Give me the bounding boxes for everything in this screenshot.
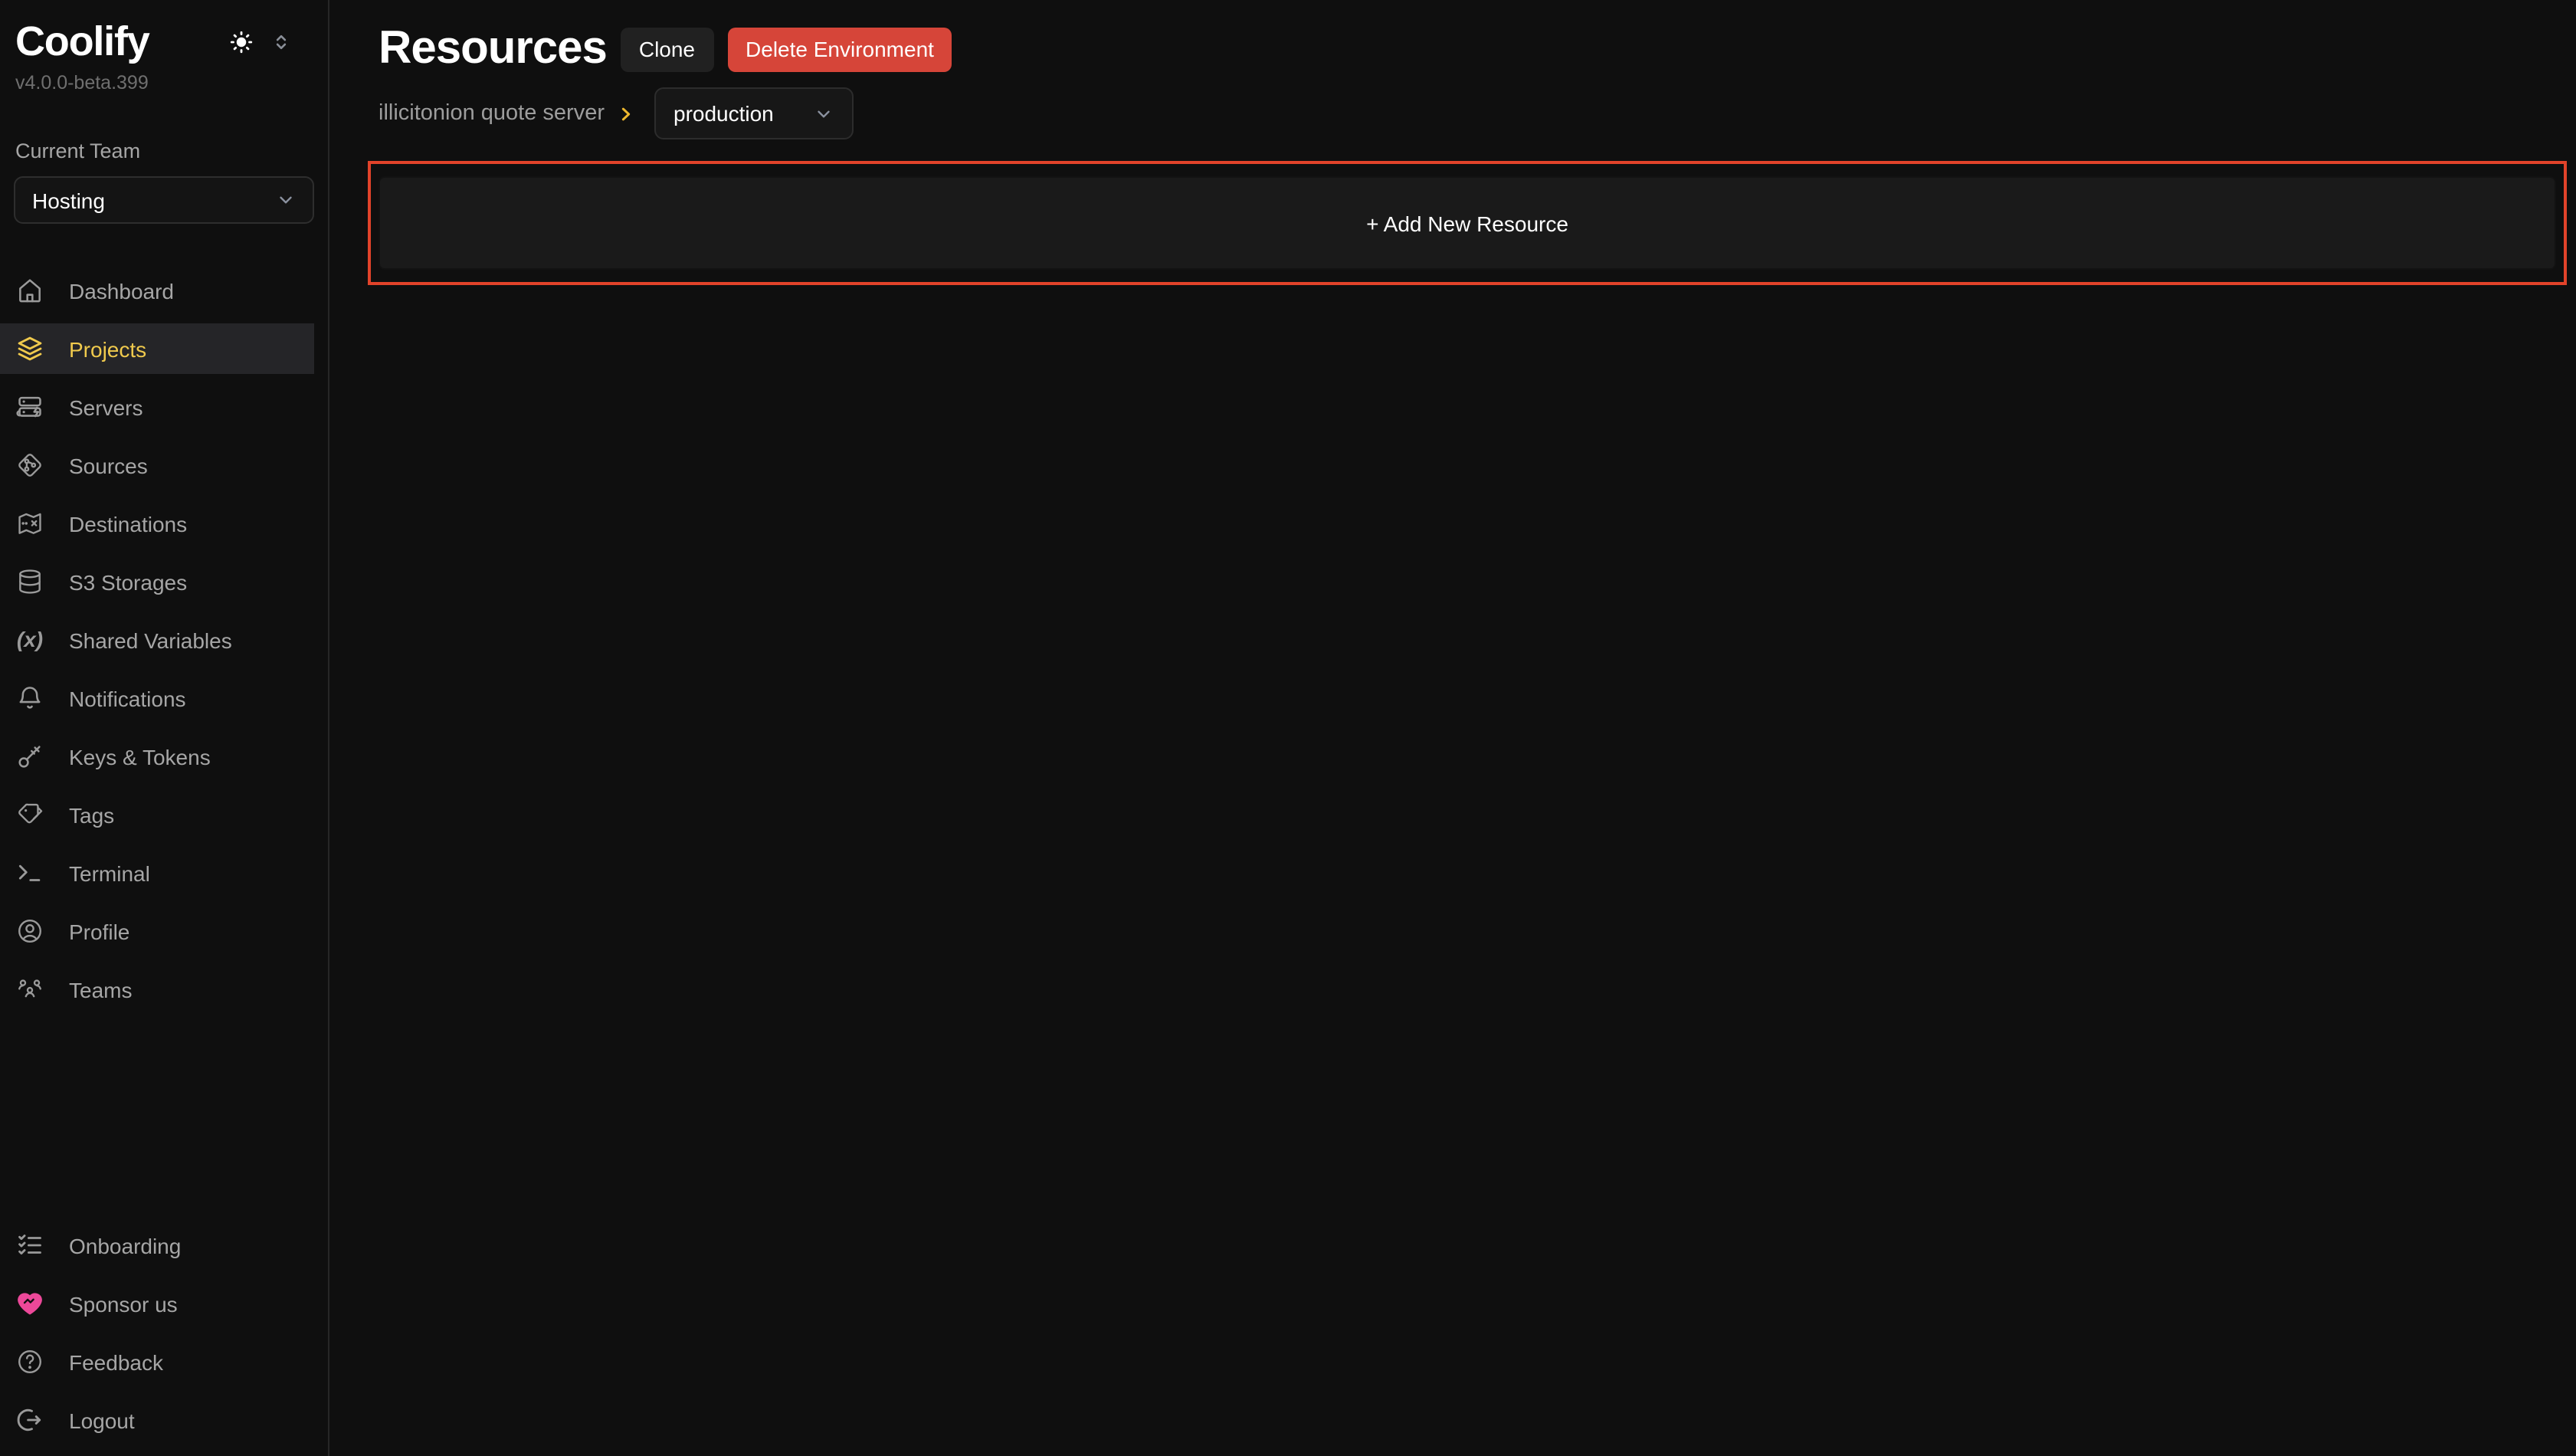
variables-icon: (x) <box>15 625 44 654</box>
database-icon <box>15 567 44 596</box>
sidebar-item-label: Keys & Tokens <box>69 744 211 769</box>
sidebar-item-s3-storages[interactable]: S3 Storages <box>0 556 314 607</box>
sidebar-item-label: Notifications <box>69 686 186 710</box>
current-team-label: Current Team <box>15 139 328 162</box>
sidebar-item-teams[interactable]: Teams <box>0 964 314 1015</box>
sidebar-item-tags[interactable]: Tags <box>0 789 314 840</box>
key-icon <box>15 742 44 771</box>
sidebar-item-servers[interactable]: Servers <box>0 382 314 432</box>
sidebar-item-label: Destinations <box>69 511 187 536</box>
sidebar-footer-nav: Onboarding Sponsor us Feedback Logout <box>0 1220 328 1453</box>
team-select-value: Hosting <box>32 188 105 212</box>
sidebar-header: Coolify <box>15 18 291 66</box>
users-icon <box>15 975 44 1004</box>
sidebar-item-label: Terminal <box>69 861 150 885</box>
clone-button[interactable]: Clone <box>621 27 713 71</box>
terminal-icon <box>15 858 44 887</box>
sidebar-nav: Dashboard Projects Servers Sources Destinati… <box>0 265 328 1022</box>
app-logo[interactable]: Coolify <box>15 18 149 66</box>
sidebar-item-label: Tags <box>69 802 114 827</box>
sidebar: Coolify v4.0.0-beta.399 Current Team Hos… <box>0 0 329 1456</box>
sidebar-item-dashboard[interactable]: Dashboard <box>0 265 314 316</box>
sidebar-item-label: Dashboard <box>69 278 174 303</box>
sidebar-item-label: Servers <box>69 395 143 419</box>
home-icon <box>15 276 44 305</box>
sidebar-item-label: Projects <box>69 336 146 361</box>
unfold-chevrons-icon[interactable] <box>271 32 291 52</box>
team-select[interactable]: Hosting <box>14 176 314 224</box>
chevron-down-icon <box>276 190 296 210</box>
tags-icon <box>15 800 44 829</box>
delete-environment-button[interactable]: Delete Environment <box>727 27 952 71</box>
add-resource-area: + Add New Resource <box>379 176 2556 270</box>
sidebar-item-sources[interactable]: Sources <box>0 440 314 490</box>
sidebar-item-feedback[interactable]: Feedback <box>0 1336 314 1387</box>
sidebar-item-onboarding[interactable]: Onboarding <box>0 1220 314 1271</box>
checklist-icon <box>15 1231 44 1260</box>
bell-icon <box>15 684 44 713</box>
git-icon <box>15 451 44 480</box>
sidebar-item-label: Sources <box>69 453 148 477</box>
page-header: Resources Clone Delete Environment <box>379 26 2556 72</box>
sidebar-item-destinations[interactable]: Destinations <box>0 498 314 549</box>
sidebar-spacer <box>0 1022 328 1220</box>
sidebar-item-label: Sponsor us <box>69 1291 178 1316</box>
sidebar-item-label: Shared Variables <box>69 628 232 652</box>
sidebar-item-label: Logout <box>69 1408 135 1432</box>
sidebar-item-shared-variables[interactable]: (x) Shared Variables <box>0 615 314 665</box>
environment-select[interactable]: production <box>654 87 854 139</box>
sidebar-item-label: Onboarding <box>69 1233 181 1258</box>
sidebar-item-sponsor-us[interactable]: Sponsor us <box>0 1278 314 1329</box>
sidebar-item-profile[interactable]: Profile <box>0 906 314 956</box>
layers-icon <box>15 334 44 363</box>
environment-select-value: production <box>673 101 774 126</box>
help-icon <box>15 1347 44 1376</box>
theme-toggle-sun-icon[interactable] <box>228 29 254 55</box>
add-new-resource-button[interactable]: + Add New Resource <box>379 176 2556 270</box>
breadcrumb-project-link[interactable]: illicitonion quote server <box>379 101 605 126</box>
map-icon <box>15 509 44 538</box>
sidebar-item-terminal[interactable]: Terminal <box>0 848 314 898</box>
sidebar-item-projects[interactable]: Projects <box>0 323 314 374</box>
breadcrumb: illicitonion quote server production <box>379 87 2556 139</box>
logout-icon <box>15 1405 44 1435</box>
coolify-app: Coolify v4.0.0-beta.399 Current Team Hos… <box>0 0 2576 1456</box>
server-icon <box>15 392 44 421</box>
sidebar-item-keys-tokens[interactable]: Keys & Tokens <box>0 731 314 782</box>
heart-icon <box>15 1289 44 1318</box>
chevron-down-icon <box>814 103 834 123</box>
app-version: v4.0.0-beta.399 <box>15 72 328 93</box>
main-content: Resources Clone Delete Environment illic… <box>329 0 2576 1456</box>
chevron-right-icon <box>617 105 634 122</box>
sidebar-item-logout[interactable]: Logout <box>0 1395 314 1445</box>
page-title: Resources <box>379 26 607 72</box>
sidebar-item-label: S3 Storages <box>69 569 187 594</box>
user-icon <box>15 917 44 946</box>
sidebar-item-label: Profile <box>69 919 129 943</box>
sidebar-item-notifications[interactable]: Notifications <box>0 673 314 723</box>
sidebar-item-label: Teams <box>69 977 132 1002</box>
sidebar-header-icons <box>228 29 291 55</box>
sidebar-item-label: Feedback <box>69 1349 163 1374</box>
